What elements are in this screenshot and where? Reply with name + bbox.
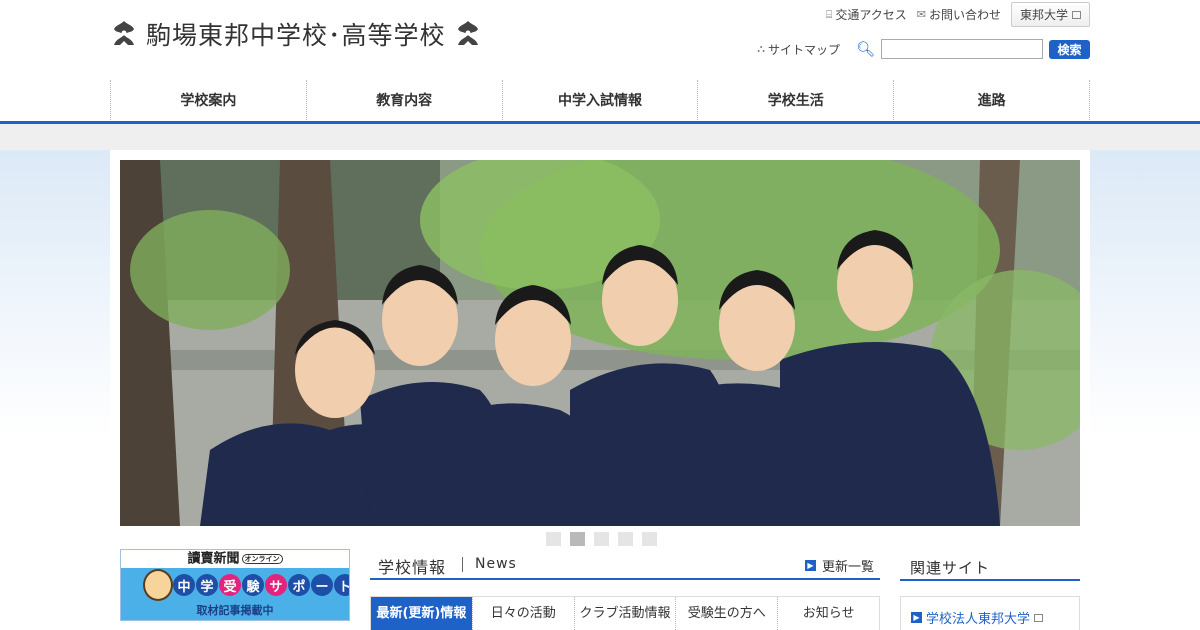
- news-header: 学校情報 News ▶ 更新一覧: [370, 550, 880, 580]
- hero-slideshow[interactable]: [120, 160, 1080, 526]
- sitemap-icon: ⛬: [757, 42, 765, 55]
- slide-dot[interactable]: [546, 532, 561, 546]
- banner-char: ト: [334, 574, 349, 596]
- sitemap-link[interactable]: ⛬ サイトマップ: [757, 41, 840, 58]
- banner-char: 受: [219, 574, 241, 596]
- search-icon: 🔍︎: [855, 40, 875, 58]
- arrow-right-icon: ▶: [911, 612, 922, 623]
- related-sites-header: 関連サイト: [900, 552, 1080, 581]
- search-row: ⛬ サイトマップ 🔍︎ 検索: [757, 39, 1090, 59]
- banner-top-text: 讀賣新聞: [187, 551, 240, 567]
- banner-char: 中: [173, 574, 195, 596]
- news-list-link[interactable]: ▶ 更新一覧: [804, 556, 874, 575]
- banner-char: 学: [196, 574, 218, 596]
- access-link[interactable]: ⌸ 交通アクセス: [826, 6, 907, 23]
- bus-icon: ⌸: [825, 7, 833, 21]
- hero-photo-students: [120, 160, 1080, 526]
- sub-nav-band: [0, 124, 1200, 150]
- related-link-label: 学校法人東邦大学: [926, 612, 1031, 627]
- nav-item-education[interactable]: 教育内容: [305, 80, 502, 122]
- slideshow-pager: [546, 532, 657, 546]
- sitemap-label: サイトマップ: [767, 42, 840, 57]
- contact-label: お問い合わせ: [928, 8, 1001, 22]
- news-title: 学校情報: [378, 558, 447, 577]
- contact-link[interactable]: ✉ お問い合わせ: [917, 6, 1001, 23]
- news-title-divider: [462, 557, 463, 572]
- banner-char: ー: [311, 574, 333, 596]
- school-logo[interactable]: 駒場東邦中学校･高等学校: [110, 16, 482, 52]
- nav-item-school-life[interactable]: 学校生活: [697, 80, 893, 122]
- related-link-toho-foundation[interactable]: ▶ 学校法人東邦大学: [911, 608, 1044, 627]
- slide-dot-active[interactable]: [570, 532, 585, 546]
- related-sites-list: ▶ 学校法人東邦大学: [900, 596, 1080, 630]
- yomiuri-exam-support-banner[interactable]: 讀賣新聞オンライン 中 学 受 験 サ ポ ー ト 取材記事掲載中: [120, 549, 350, 621]
- external-link-icon: [1072, 10, 1081, 19]
- school-crest-icon: [114, 21, 134, 45]
- nav-item-career[interactable]: 進路: [893, 80, 1090, 122]
- news-more-label: 更新一覧: [821, 560, 874, 575]
- banner-char: ポ: [288, 574, 310, 596]
- banner-char: 験: [242, 574, 264, 596]
- banner-online-badge: オンライン: [241, 554, 283, 564]
- access-label: 交通アクセス: [835, 8, 907, 22]
- slide-dot[interactable]: [618, 532, 633, 546]
- tab-notices[interactable]: お知らせ: [777, 597, 879, 630]
- banner-character-icon: [143, 569, 173, 601]
- tab-daily-activities[interactable]: 日々の活動: [471, 597, 574, 630]
- toho-university-button[interactable]: 東邦大学: [1010, 2, 1090, 27]
- slide-dot[interactable]: [642, 532, 657, 546]
- banner-char: サ: [265, 574, 287, 596]
- banner-title: 中 学 受 験 サ ポ ー ト: [173, 574, 349, 596]
- slide-dot[interactable]: [594, 532, 609, 546]
- arrow-right-icon: ▶: [804, 560, 816, 571]
- search-button[interactable]: 検索: [1049, 39, 1090, 59]
- global-nav: 学校案内 教育内容 中学入試情報 学校生活 進路: [110, 80, 1090, 122]
- tab-latest[interactable]: 最新(更新)情報: [371, 597, 472, 630]
- nav-item-admissions[interactable]: 中学入試情報: [501, 80, 698, 122]
- search-input[interactable]: [881, 39, 1043, 59]
- news-title-en: News: [475, 556, 517, 572]
- school-name: 駒場東邦中学校･高等学校: [146, 21, 446, 50]
- tab-for-applicants[interactable]: 受験生の方へ: [675, 597, 777, 630]
- school-crest-icon: [457, 21, 478, 45]
- related-sites-title: 関連サイト: [910, 559, 991, 577]
- utility-links: ⌸ 交通アクセス ✉ お問い合わせ 東邦大学: [826, 2, 1090, 27]
- nav-item-school-guide[interactable]: 学校案内: [110, 80, 306, 122]
- university-label: 東邦大学: [1019, 8, 1068, 22]
- external-link-icon: [1034, 613, 1044, 622]
- banner-newspaper-name: 讀賣新聞 オンライン: [121, 550, 349, 568]
- site-header: 駒場東邦中学校･高等学校 ⌸ 交通アクセス ✉ お問い合わせ 東邦大学 ⛬ サイ…: [0, 0, 1200, 80]
- mail-icon: ✉: [916, 8, 926, 21]
- banner-subtitle: 取材記事掲載中: [196, 604, 274, 617]
- tab-club-activities[interactable]: クラブ活動情報: [573, 597, 676, 630]
- news-tabs: 最新(更新)情報 日々の活動 クラブ活動情報 受験生の方へ お知らせ: [370, 596, 880, 630]
